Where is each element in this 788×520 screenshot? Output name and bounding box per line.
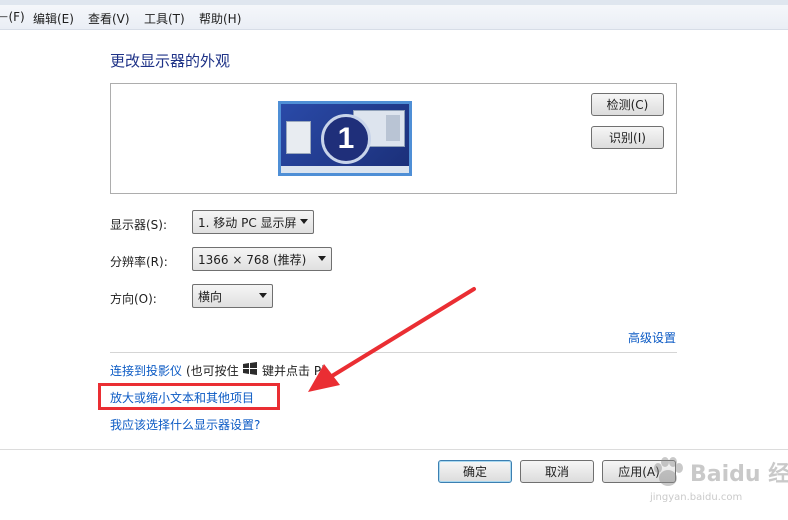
resolution-select[interactable]: 1366 × 768 (推荐): [192, 247, 332, 271]
baidu-watermark: Baidu 经验 jingyan.baidu.com: [650, 452, 788, 512]
chevron-down-icon: [259, 293, 267, 298]
display-preview-panel: 1 检测(C) 识别(I): [110, 83, 677, 194]
page-title: 更改显示器的外观: [110, 52, 231, 70]
resolution-label: 分辨率(R):: [110, 255, 168, 269]
projector-hint-suffix: 键并点击 P): [262, 364, 326, 378]
connect-projector-link[interactable]: 连接到投影仪: [110, 362, 182, 379]
window-top-strip: [0, 0, 788, 5]
chevron-down-icon: [318, 256, 326, 261]
watermark-url: jingyan.baidu.com: [650, 492, 743, 503]
display-label: 显示器(S):: [110, 218, 168, 232]
windows-logo-icon: [243, 362, 257, 375]
display-select-value: 1. 移动 PC 显示屏: [198, 215, 297, 230]
menu-view[interactable]: 查看(V): [88, 10, 130, 27]
orientation-select[interactable]: 横向: [192, 284, 273, 308]
menu-edit[interactable]: 编辑(E): [33, 10, 74, 27]
chevron-down-icon: [300, 219, 308, 224]
paw-logo-icon: [654, 457, 683, 486]
footer-divider: [0, 449, 788, 450]
ok-button[interactable]: 确定: [438, 460, 512, 483]
menu-file[interactable]: ⊢(F): [0, 10, 25, 24]
orientation-select-value: 横向: [198, 289, 223, 304]
which-settings-link[interactable]: 我应该选择什么显示器设置?: [110, 416, 260, 433]
monitor-number-badge: 1: [321, 114, 371, 164]
monitor-thumbnail[interactable]: 1: [278, 101, 412, 176]
identify-button[interactable]: 识别(I): [591, 126, 664, 149]
desktop-window-left: [286, 121, 311, 154]
detect-button[interactable]: 检测(C): [591, 93, 664, 116]
advanced-settings-link[interactable]: 高级设置: [628, 329, 676, 346]
menu-help[interactable]: 帮助(H): [199, 10, 241, 27]
watermark-brand: Baidu 经验: [690, 462, 788, 487]
taskbar-strip: [281, 166, 409, 173]
display-select[interactable]: 1. 移动 PC 显示屏: [192, 210, 314, 234]
cancel-button[interactable]: 取消: [520, 460, 594, 483]
section-divider: [110, 352, 677, 353]
menu-bar: ⊢(F) 编辑(E) 查看(V) 工具(T) 帮助(H): [0, 0, 788, 30]
annotation-highlight-box: [98, 383, 280, 410]
orientation-label: 方向(O):: [110, 292, 157, 306]
menu-tools[interactable]: 工具(T): [144, 10, 185, 27]
projector-hint-prefix: (也可按住: [186, 364, 239, 378]
resolution-select-value: 1366 × 768 (推荐): [198, 252, 307, 267]
